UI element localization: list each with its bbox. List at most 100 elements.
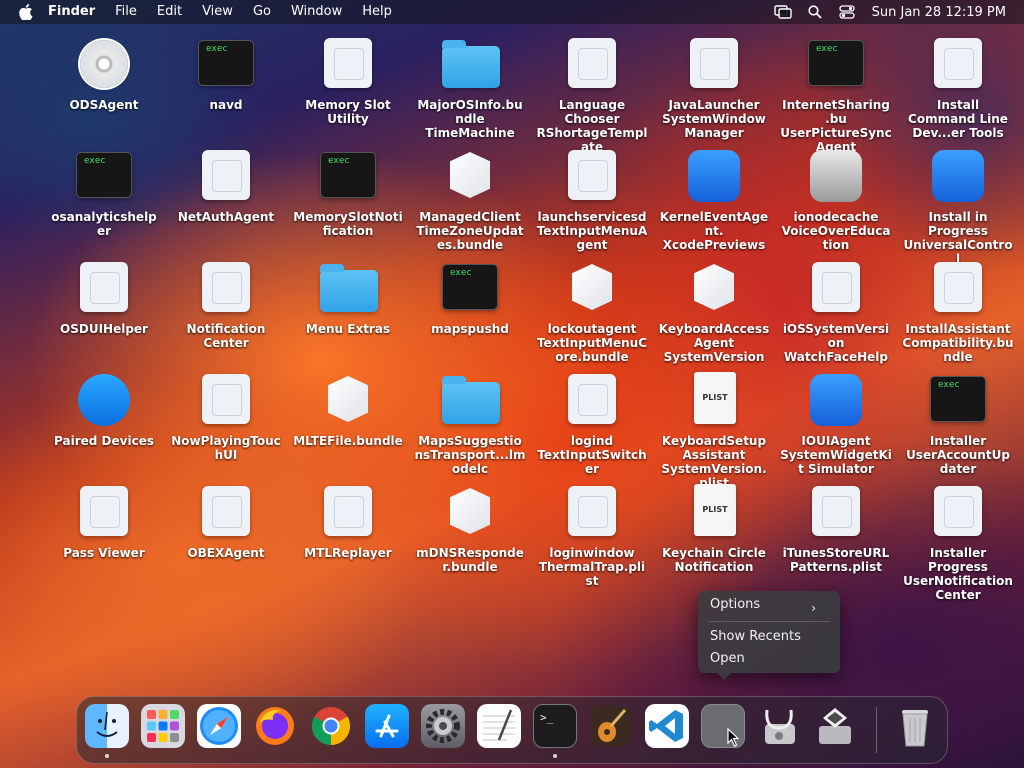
- desktop-icon[interactable]: MajorOSInfo.bundle TimeMachine: [414, 36, 526, 140]
- dock-launchpad[interactable]: [141, 704, 187, 750]
- desktop-icon[interactable]: Memory Slot Utility: [292, 36, 404, 126]
- desktop-icon-label: ODSAgent: [69, 98, 139, 112]
- document-shape: [80, 262, 128, 312]
- folder-file-icon: [442, 372, 500, 428]
- desktop-icon[interactable]: ManagedClient TimeZoneUpdates.bundle: [414, 148, 526, 252]
- dock-boot-camp[interactable]: [813, 704, 859, 750]
- document-shape: [568, 486, 616, 536]
- desktop-icon-label: Language Chooser RShortageTemplate: [536, 98, 648, 154]
- desktop-icon[interactable]: InstallAssistantCompatibility.bundle: [902, 260, 1014, 364]
- search-icon[interactable]: [806, 5, 824, 19]
- blue-app-file-icon: [930, 148, 986, 204]
- desktop-icon[interactable]: JavaLauncher SystemWindowManager: [658, 36, 770, 140]
- disc-file-icon: [76, 36, 132, 92]
- exec-file-icon: exec: [320, 148, 376, 204]
- screen-mirroring-icon[interactable]: [773, 5, 792, 19]
- menu-help[interactable]: Help: [362, 0, 392, 24]
- chevron-right-icon: ›: [811, 601, 816, 615]
- menu-bar: Finder File Edit View Go Window Help Sun…: [0, 0, 1024, 24]
- exec-file-icon: exec: [198, 36, 254, 92]
- desktop-icon[interactable]: launchservicesd TextInputMenuAgent: [536, 148, 648, 252]
- desktop-icon[interactable]: KeyboardAccessAgent SystemVersion: [658, 260, 770, 364]
- desktop-icon[interactable]: mDNSResponder.bundle: [414, 484, 526, 574]
- doc-file-icon: [198, 148, 254, 204]
- dock-trash[interactable]: [893, 704, 939, 750]
- dock-vscode[interactable]: [645, 704, 691, 750]
- desktop-icon[interactable]: Menu Extras: [292, 260, 404, 336]
- desktop-icon[interactable]: exec InternetSharing.bu UserPictureSyncAg…: [780, 36, 892, 154]
- control-center-icon[interactable]: [838, 5, 856, 19]
- menu-file[interactable]: File: [115, 0, 137, 24]
- menu-view[interactable]: View: [202, 0, 233, 24]
- context-menu-open[interactable]: Open: [710, 649, 745, 669]
- desktop-icon[interactable]: Pass Viewer: [48, 484, 160, 560]
- desktop-icon[interactable]: Installer Progress UserNotificationCente…: [902, 484, 1014, 602]
- desktop-icon[interactable]: KernelEventAgent. XcodePreviews: [658, 148, 770, 252]
- desktop-icon[interactable]: MLTEFile.bundle: [292, 372, 404, 448]
- desktop-icon[interactable]: iTunesStoreURLPatterns.plist: [780, 484, 892, 574]
- desktop-icon-label: Memory Slot Utility: [305, 98, 391, 126]
- desktop-icon[interactable]: exec osanalyticshelper: [48, 148, 160, 238]
- dock-system-settings[interactable]: [421, 704, 467, 750]
- desktop-icon[interactable]: MTLReplayer: [292, 484, 404, 560]
- context-menu-options[interactable]: Options ›: [710, 595, 828, 615]
- desktop-icon[interactable]: exec mapspushd: [414, 260, 526, 336]
- desktop-icon-label: Pass Viewer: [63, 546, 145, 560]
- dock-finder[interactable]: [85, 704, 131, 758]
- firefox-icon: [253, 704, 297, 748]
- desktop-icon-label: MLTEFile.bundle: [293, 434, 403, 448]
- desktop-icon[interactable]: exec navd: [170, 36, 282, 112]
- desktop-icon-label: KeyboardSetupAssistant SystemVersion.pli…: [661, 434, 767, 490]
- menu-bar-clock[interactable]: Sun Jan 28 12:19 PM: [872, 5, 1006, 20]
- desktop-icon-label: OSDUIHelper: [60, 322, 148, 336]
- apple-menu-icon[interactable]: [18, 4, 34, 20]
- desktop-icon[interactable]: exec MemorySlotNotification: [292, 148, 404, 238]
- desktop-icon[interactable]: Install in Progress UniversalControl: [902, 148, 1014, 266]
- desktop-icon[interactable]: NetAuthAgent: [170, 148, 282, 224]
- desktop-icon[interactable]: iOSSystemVersion WatchFaceHelp: [780, 260, 892, 364]
- desktop-icon[interactable]: IOUIAgent SystemWidgetKit Simulator: [780, 372, 892, 476]
- desktop-icon[interactable]: OBEXAgent: [170, 484, 282, 560]
- context-menu-show-recents[interactable]: Show Recents: [710, 627, 801, 647]
- bundle-shape: [450, 488, 490, 534]
- dock-textedit[interactable]: [477, 704, 523, 750]
- desktop-icon[interactable]: MapsSuggestionsTransport...lmodelc: [414, 372, 526, 476]
- desktop-icon[interactable]: Paired Devices: [48, 372, 160, 448]
- desktop-icon[interactable]: PLIST KeyboardSetupAssistant SystemVersio…: [658, 372, 770, 490]
- desktop-icon[interactable]: ODSAgent: [48, 36, 160, 112]
- doc-file-icon: [930, 260, 986, 316]
- link-shape: [78, 374, 130, 426]
- desktop-icon[interactable]: PLIST Keychain Circle Notification: [658, 484, 770, 574]
- document-shape: [934, 262, 982, 312]
- desktop-icon[interactable]: ionodecache VoiceOverEducation: [780, 148, 892, 252]
- desktop-icon[interactable]: Notification Center: [170, 260, 282, 350]
- desktop-icon[interactable]: exec Installer UserAccountUpdater: [902, 372, 1014, 476]
- menu-window[interactable]: Window: [291, 0, 342, 24]
- desktop-icon-label: MapsSuggestionsTransport...lmodelc: [414, 434, 526, 476]
- bundle-file-icon: [564, 260, 620, 316]
- dock-safari[interactable]: [197, 704, 243, 750]
- desktop-icon[interactable]: Install Command Line Dev...er Tools: [902, 36, 1014, 140]
- desktop-icon[interactable]: lockoutagent TextInputMenuCore.bundle: [536, 260, 648, 364]
- bundle-file-icon: [320, 372, 376, 428]
- dock-chrome[interactable]: [309, 704, 355, 750]
- menu-edit[interactable]: Edit: [157, 0, 182, 24]
- desktop-icon-label: NowPlayingTouchUI: [171, 434, 281, 462]
- desktop-icon[interactable]: OSDUIHelper: [48, 260, 160, 336]
- dock-disk-utility[interactable]: [757, 704, 803, 750]
- dock-app-store[interactable]: [365, 704, 411, 750]
- desktop-icon[interactable]: NowPlayingTouchUI: [170, 372, 282, 462]
- dock-garageband[interactable]: [589, 704, 635, 750]
- desktop-icon[interactable]: Language Chooser RShortageTemplate: [536, 36, 648, 154]
- desktop-icon[interactable]: loginwindow ThermalTrap.plist: [536, 484, 648, 588]
- menu-go[interactable]: Go: [253, 0, 271, 24]
- bundle-shape: [328, 376, 368, 422]
- document-shape: [568, 150, 616, 200]
- desktop-icon-label: Installer UserAccountUpdater: [906, 434, 1010, 476]
- blue-round-file-icon: [76, 372, 132, 428]
- exec-text: exec: [930, 376, 986, 422]
- dock-firefox[interactable]: [253, 704, 299, 750]
- menu-app-finder[interactable]: Finder: [48, 0, 95, 24]
- dock-terminal[interactable]: >_: [533, 704, 579, 758]
- desktop-icon[interactable]: logind TextInputSwitcher: [536, 372, 648, 476]
